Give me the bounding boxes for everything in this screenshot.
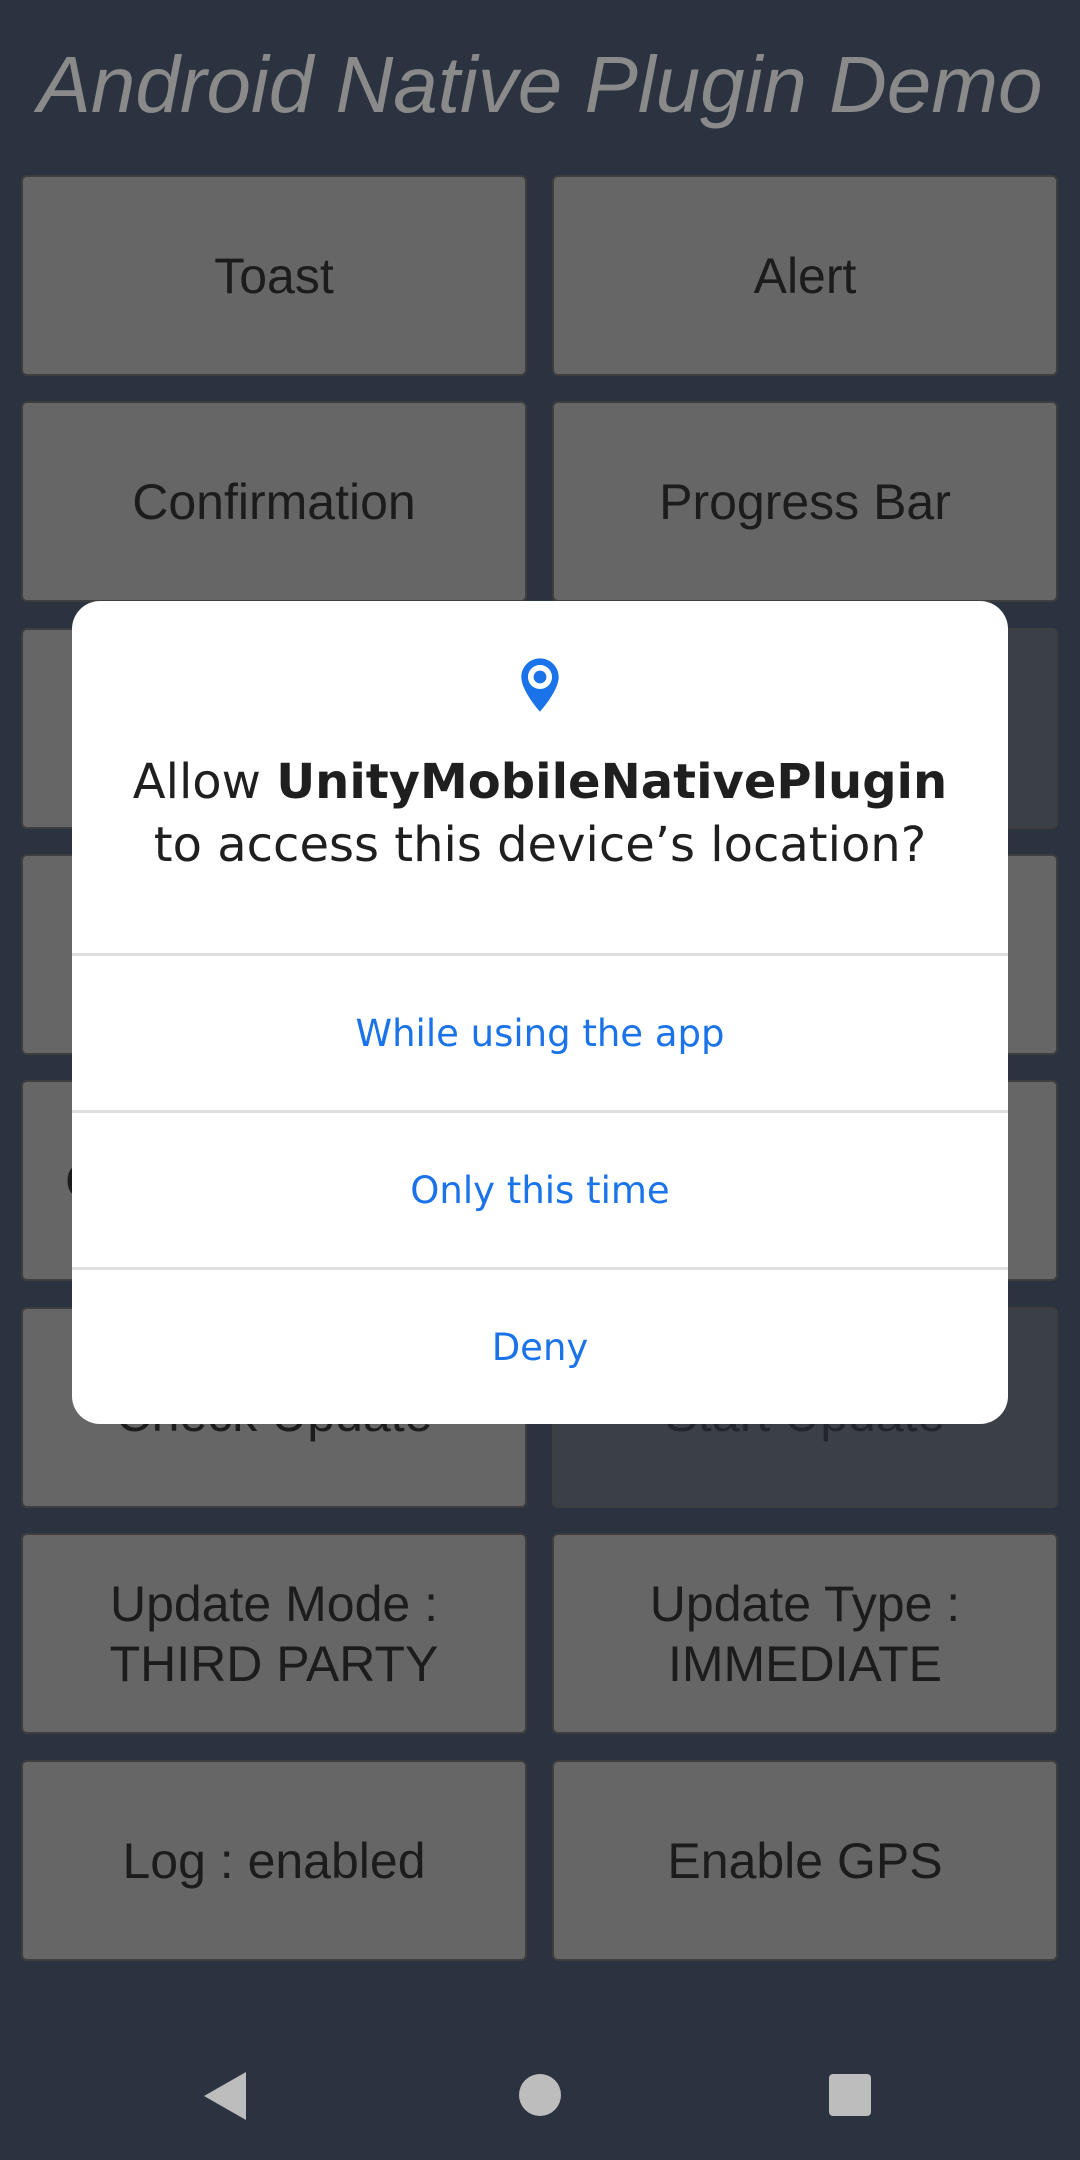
home-icon[interactable] bbox=[519, 2074, 561, 2116]
dialog-title: Allow UnityMobileNativePlugin to access … bbox=[72, 751, 1008, 877]
navigation-bar bbox=[0, 2020, 1080, 2160]
dialog-title-suffix: to access this device’s location? bbox=[153, 817, 927, 873]
location-permission-dialog: Allow UnityMobileNativePlugin to access … bbox=[72, 601, 1008, 1424]
recents-icon[interactable] bbox=[829, 2074, 871, 2116]
location-pin-icon bbox=[521, 658, 559, 712]
dialog-app-name: UnityMobileNativePlugin bbox=[276, 754, 948, 810]
deny-button[interactable]: Deny bbox=[72, 1270, 1008, 1424]
only-this-time-button[interactable]: Only this time bbox=[72, 1113, 1008, 1267]
dialog-title-prefix: Allow bbox=[132, 754, 277, 810]
back-icon[interactable] bbox=[204, 2072, 246, 2120]
while-using-app-button[interactable]: While using the app bbox=[72, 956, 1008, 1110]
